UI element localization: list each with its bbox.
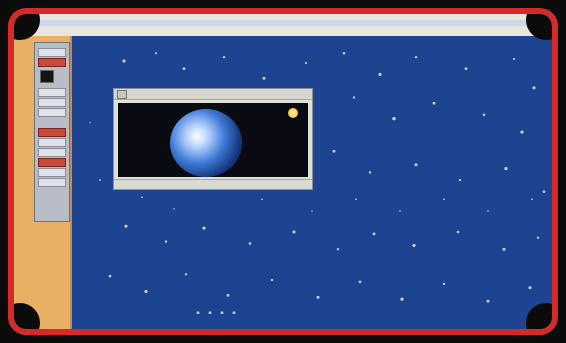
sidebar-item[interactable] xyxy=(38,138,66,147)
sidebar-item[interactable] xyxy=(38,158,66,167)
window-status-bar xyxy=(114,179,312,189)
sidebar-item[interactable] xyxy=(38,178,66,187)
app-icon[interactable] xyxy=(40,70,54,83)
top-menu-bar[interactable] xyxy=(14,14,552,38)
window-titlebar[interactable] xyxy=(114,89,312,100)
sidebar-item[interactable] xyxy=(38,128,66,137)
sidebar-item[interactable] xyxy=(38,58,66,67)
sidebar-item[interactable] xyxy=(38,98,66,107)
sidebar-item[interactable] xyxy=(38,108,66,117)
earth-window[interactable] xyxy=(113,88,313,190)
menu-strip xyxy=(14,20,552,26)
earth-icon xyxy=(170,109,242,177)
sidebar-item[interactable] xyxy=(38,148,66,157)
left-sidebar[interactable] xyxy=(14,36,72,329)
screen-frame xyxy=(8,8,558,335)
sidebar-item[interactable] xyxy=(38,168,66,177)
earth-image xyxy=(118,103,308,177)
window-close-box[interactable] xyxy=(117,90,127,99)
sun-icon xyxy=(288,108,298,118)
sidebar-item[interactable] xyxy=(38,48,66,57)
sidebar-item[interactable] xyxy=(38,88,66,97)
